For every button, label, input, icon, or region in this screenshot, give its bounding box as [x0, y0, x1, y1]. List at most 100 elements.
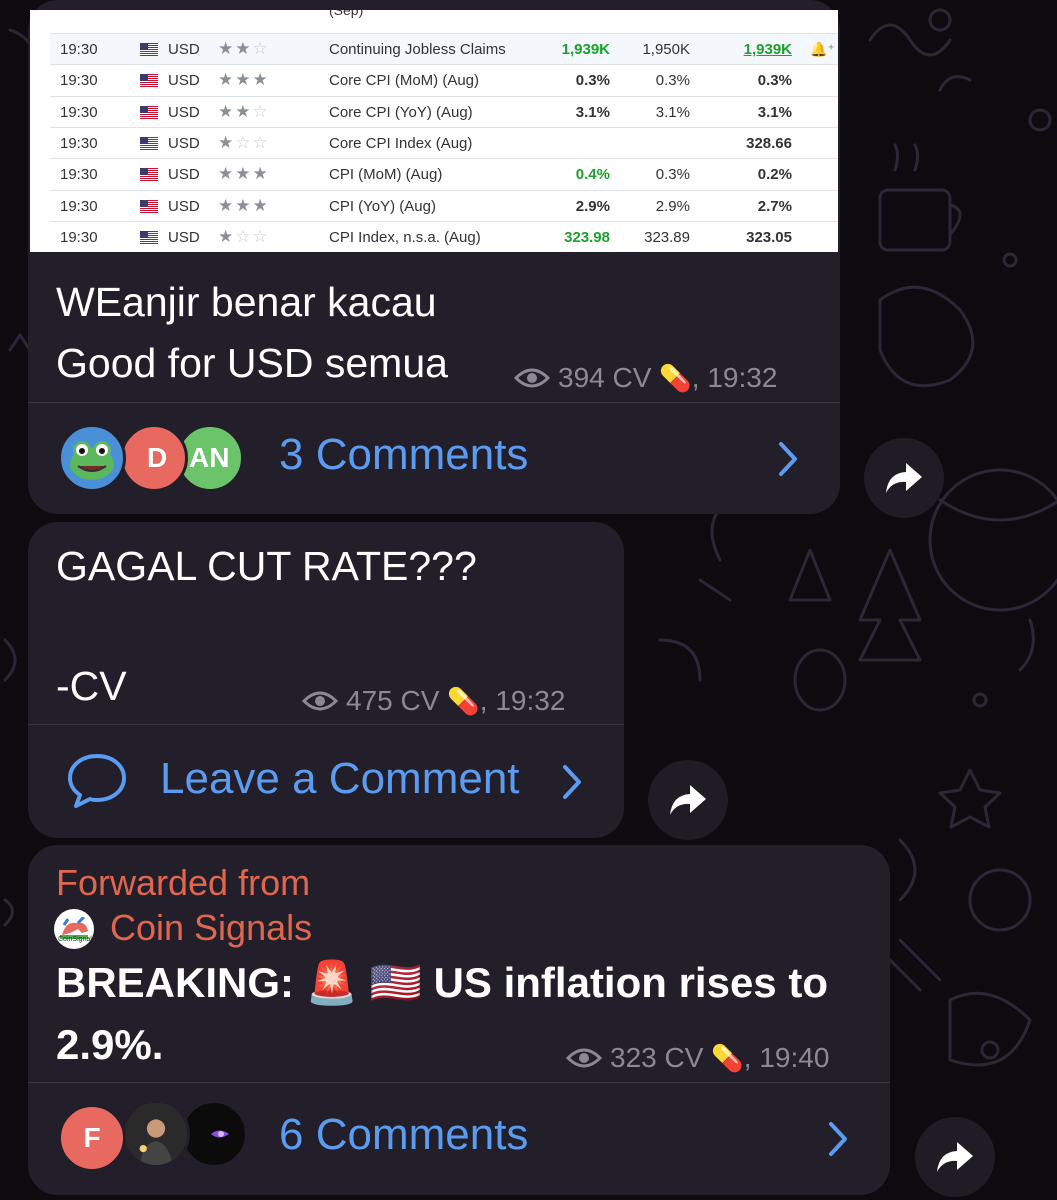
- forecast-value: 3.1%: [655, 103, 690, 121]
- star-icon: ★: [252, 195, 270, 215]
- star-icon: ★: [218, 132, 236, 152]
- pill-emoji: 💊: [711, 1042, 744, 1073]
- us-flag-icon: [140, 43, 158, 56]
- us-flag-icon: [140, 168, 158, 182]
- share-arrow-icon: [670, 785, 706, 815]
- event-time: 19:30: [60, 166, 98, 184]
- views-eye-icon: [514, 368, 550, 388]
- views-eye-icon: [566, 1048, 602, 1068]
- event-name: CPI (YoY) (Aug): [329, 197, 436, 215]
- calendar-row: 19:30 USD ★☆☆ Core CPI Index (Aug) 328.66: [50, 126, 838, 158]
- us-flag-icon: [140, 199, 158, 213]
- eye-avatar: [211, 1130, 229, 1138]
- message-3-line-1: BREAKING: 🚨 🇺🇸 US inflation rises to: [56, 959, 828, 1006]
- importance-stars: ★☆☆: [218, 133, 270, 153]
- forecast-value: 1,950K: [642, 41, 690, 58]
- forwarded-label: Forwarded from: [56, 862, 311, 903]
- star-icon: ★: [218, 195, 236, 215]
- chevron-right-icon[interactable]: [559, 763, 585, 801]
- commenter-avatar-frog: [58, 424, 126, 492]
- event-name: Core CPI (MoM) (Aug): [329, 72, 480, 90]
- importance-stars: ★★★: [218, 70, 270, 90]
- comments-link[interactable]: 3 Comments: [279, 430, 528, 480]
- forecast-value: 2.9%: [655, 197, 690, 215]
- calendar-row: 19:30 USD ★☆☆ CPI Index, n.s.a. (Aug) 323.98…: [50, 220, 838, 252]
- comments-link[interactable]: 6 Comments: [279, 1110, 528, 1160]
- pill-emoji: 💊: [659, 362, 692, 393]
- share-button-2[interactable]: [648, 760, 728, 840]
- comment-bubble-icon[interactable]: [66, 752, 128, 810]
- star-icon: ☆: [235, 132, 253, 152]
- star-icon: ☆: [252, 226, 270, 246]
- photo-avatar: [125, 1103, 187, 1165]
- previous-value: 0.2%: [757, 166, 792, 184]
- message-2-line-1: GAGAL CUT RATE???: [56, 543, 477, 589]
- event-time: 19:30: [60, 103, 98, 121]
- calendar-row: 19:30 USD ★★★ CPI (YoY) (Aug) 2.9% 2.9% 2.7%: [50, 189, 838, 221]
- event-name: Continuing Jobless Claims: [329, 41, 506, 58]
- forecast-value: 323.89: [644, 228, 690, 246]
- partial-top-text: (Sep): [329, 10, 364, 18]
- message-1-meta: 394 CV 💊 , 19:32: [514, 362, 777, 394]
- message-3-line-2: 2.9%.: [56, 1021, 164, 1068]
- event-time: 19:30: [60, 134, 98, 152]
- event-time: 19:30: [60, 228, 98, 246]
- us-flag-icon: [140, 230, 158, 244]
- star-icon: ★: [235, 39, 253, 58]
- previous-value: 1,939K: [743, 41, 792, 58]
- importance-stars: ★★★: [218, 164, 270, 184]
- currency-code: USD: [168, 134, 200, 152]
- calendar-row: 19:30 USD ★★☆ Continuing Jobless Claims 1,93…: [50, 33, 838, 64]
- message-3-meta: 323 CV 💊 , 19:40: [566, 1042, 829, 1074]
- star-icon: ★: [252, 70, 270, 90]
- actual-value: 2.9%: [575, 197, 610, 215]
- message-2-line-2: -CV: [56, 663, 127, 709]
- pill-emoji: 💊: [447, 685, 480, 716]
- star-icon: ★: [235, 195, 253, 215]
- message-1-divider: [28, 402, 840, 403]
- message-1-line-1: WEanjir benar kacau: [56, 279, 437, 325]
- star-icon: ★: [218, 70, 236, 90]
- chevron-right-icon[interactable]: [775, 440, 801, 478]
- event-name: Core CPI (YoY) (Aug): [329, 103, 473, 121]
- share-button-3[interactable]: [915, 1117, 995, 1197]
- star-icon: ★: [235, 101, 253, 121]
- star-icon: ☆: [252, 132, 270, 152]
- view-count: 323 CV: [610, 1042, 704, 1073]
- star-icon: ☆: [252, 101, 270, 121]
- previous-value: 0.3%: [757, 72, 792, 90]
- message-3-divider: [28, 1082, 890, 1083]
- currency-code: USD: [168, 72, 200, 90]
- us-flag-icon: [140, 74, 158, 88]
- event-time: 19:30: [60, 41, 98, 58]
- commenter-avatar-d: D: [120, 424, 188, 492]
- share-button-1[interactable]: [864, 438, 944, 518]
- event-name: Core CPI Index (Aug): [329, 134, 473, 152]
- importance-stars: ★☆☆: [218, 227, 270, 247]
- event-name: CPI Index, n.s.a. (Aug): [329, 228, 481, 246]
- forwarded-source-name[interactable]: Coin Signals: [110, 907, 312, 949]
- source-logo[interactable]: [54, 909, 94, 949]
- currency-code: USD: [168, 103, 200, 121]
- currency-code: USD: [168, 228, 200, 246]
- leave-comment-link[interactable]: Leave a Comment: [160, 754, 520, 804]
- economic-calendar-screenshot[interactable]: (Sep) 19:30 USD ★★☆ Continuing Jobless Clai…: [30, 10, 838, 252]
- commenter-avatar-photo: [122, 1100, 190, 1168]
- chevron-right-icon[interactable]: [825, 1120, 851, 1158]
- commenter-avatar-f: F: [58, 1104, 126, 1172]
- calendar-row: 19:30 USD ★★☆ Core CPI (YoY) (Aug) 3.1% 3.1% 3…: [50, 95, 838, 127]
- actual-value: 0.4%: [575, 166, 610, 184]
- commenter-avatar-eye: [180, 1100, 248, 1168]
- previous-value: 2.7%: [757, 197, 792, 215]
- star-icon: ★: [218, 39, 236, 58]
- importance-stars: ★★☆: [218, 39, 270, 59]
- previous-value: 328.66: [746, 134, 792, 152]
- frog-icon: [70, 441, 114, 480]
- star-icon: ★: [252, 164, 270, 184]
- alert-bell-icon[interactable]: 🔔⁺: [810, 41, 835, 58]
- previous-value: 323.05: [746, 228, 792, 246]
- currency-code: USD: [168, 41, 200, 58]
- star-icon: ★: [218, 226, 236, 246]
- message-time: , 19:32: [479, 685, 566, 716]
- calendar-row: 19:30 USD ★★★ Core CPI (MoM) (Aug) 0.3% 0.3% 0…: [50, 64, 838, 95]
